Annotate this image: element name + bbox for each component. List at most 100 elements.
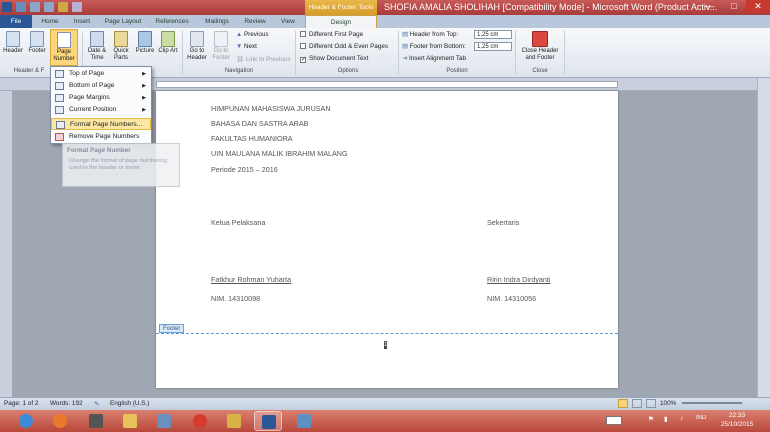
submenu-arrow-icon: ▶ bbox=[142, 95, 146, 101]
contextual-tab-group: Header & Footer Tools bbox=[305, 0, 377, 15]
menu-item-bottom-of-page[interactable]: Bottom of Page ▶ bbox=[51, 80, 151, 92]
quick-print-icon[interactable] bbox=[58, 2, 68, 12]
close-header-footer-button[interactable]: Close Header and Footer bbox=[520, 31, 560, 62]
doc-line: HIMPUNAN MAHASISWA JURUSAN bbox=[211, 104, 331, 113]
page-number-field[interactable]: 1 bbox=[384, 341, 387, 349]
input-language[interactable]: IND bbox=[696, 415, 706, 421]
tab-file[interactable]: File bbox=[0, 15, 32, 28]
tab-review[interactable]: Review bbox=[240, 15, 270, 28]
right-name: Ririn Indra Dirdyanti bbox=[487, 275, 551, 284]
control-panel-icon bbox=[157, 414, 171, 428]
tab-mailings[interactable]: Mailings bbox=[198, 15, 236, 28]
link-icon: ⛓ bbox=[236, 56, 246, 63]
word-app-icon[interactable] bbox=[2, 2, 12, 12]
image-viewer-taskbar-button[interactable] bbox=[290, 411, 318, 431]
calendar-app-icon bbox=[89, 414, 103, 428]
tab-design[interactable]: Design bbox=[305, 15, 377, 28]
next-icon: ▼ bbox=[236, 43, 244, 50]
insert-alignment-tab-button[interactable]: ⇥ Insert Alignment Tab bbox=[402, 55, 466, 62]
save-icon[interactable] bbox=[16, 2, 26, 12]
calendar-taskbar-button[interactable] bbox=[82, 411, 110, 431]
tab-view[interactable]: View bbox=[274, 15, 302, 28]
right-role: Sekertaris bbox=[487, 218, 520, 227]
go-to-header-icon bbox=[190, 31, 204, 47]
doc-line: Periode 2015 – 2016 bbox=[211, 165, 278, 174]
footer-from-bottom-input[interactable]: 1,25 cm bbox=[474, 42, 512, 51]
page-number-button[interactable]: Page Number bbox=[50, 29, 78, 66]
header-button[interactable]: Header bbox=[2, 31, 24, 55]
link-to-previous-button[interactable]: ⛓ Link to Previous bbox=[236, 55, 291, 63]
footer-boundary bbox=[156, 333, 618, 334]
tooltip: Format Page Number Change the format of … bbox=[62, 143, 180, 187]
header-from-top-input[interactable]: 1,25 cm bbox=[474, 30, 512, 39]
print-layout-view-icon[interactable] bbox=[618, 399, 628, 408]
network-icon[interactable]: ▮ bbox=[664, 415, 668, 423]
ribbon-tabs: File Home Insert Page Layout References … bbox=[0, 15, 770, 28]
folder-icon bbox=[123, 414, 137, 428]
volume-icon[interactable]: ♪ bbox=[680, 415, 683, 422]
bottom-of-page-icon bbox=[55, 82, 64, 90]
menu-item-top-of-page[interactable]: Top of Page ▶ bbox=[51, 68, 151, 80]
page-number-icon bbox=[57, 32, 71, 48]
menu-item-format-page-numbers[interactable]: Format Page Numbers... bbox=[51, 118, 151, 130]
media-taskbar-button[interactable] bbox=[186, 411, 214, 431]
close-red-x-icon bbox=[532, 31, 548, 47]
go-to-footer-button[interactable]: Go to Footer bbox=[210, 31, 232, 62]
word-count[interactable]: Words: 192 bbox=[50, 400, 83, 407]
ruler-scale[interactable] bbox=[156, 81, 618, 88]
web-layout-view-icon[interactable] bbox=[646, 399, 656, 408]
internet-explorer-icon bbox=[19, 414, 33, 428]
next-button[interactable]: ▼ Next bbox=[236, 43, 257, 50]
zoom-slider[interactable] bbox=[682, 402, 742, 404]
system-clock[interactable]: 22:33 25/10/2015 bbox=[712, 411, 762, 429]
date-time-button[interactable]: Date & Time bbox=[86, 31, 108, 62]
redo-icon[interactable] bbox=[44, 2, 54, 12]
group-label-position: Position bbox=[446, 68, 468, 74]
keyboard-icon[interactable] bbox=[606, 416, 622, 425]
language-indicator[interactable]: English (U.S.) bbox=[110, 400, 149, 407]
footer-button[interactable]: Footer bbox=[26, 31, 48, 55]
previous-button[interactable]: ▲ Previous bbox=[236, 31, 268, 38]
vertical-scrollbar[interactable] bbox=[757, 78, 770, 397]
proofing-icon[interactable]: ✎ bbox=[94, 400, 99, 408]
menu-item-remove-page-numbers[interactable]: Remove Page Numbers bbox=[51, 131, 151, 143]
undo-icon[interactable] bbox=[30, 2, 40, 12]
minimize-button[interactable]: — bbox=[698, 0, 722, 13]
page-number-menu: Top of Page ▶ Bottom of Page ▶ Page Margin… bbox=[50, 66, 152, 144]
menu-item-current-position[interactable]: Current Position ▶ bbox=[51, 104, 151, 116]
quick-parts-button[interactable]: Quick Parts bbox=[110, 31, 132, 62]
left-role: Ketua Pelaksana bbox=[211, 218, 266, 227]
flag-icon[interactable]: ⚑ bbox=[648, 415, 654, 423]
clip-art-button[interactable]: Clip Art bbox=[158, 31, 178, 55]
group-label-options: Options bbox=[337, 68, 359, 74]
vertical-ruler[interactable] bbox=[0, 91, 12, 397]
go-to-header-button[interactable]: Go to Header bbox=[186, 31, 208, 62]
show-document-text-checkbox[interactable]: ✓ Show Document Text bbox=[300, 55, 368, 63]
left-nim: NIM. 14310098 bbox=[211, 294, 261, 303]
tools-taskbar-button[interactable] bbox=[220, 411, 248, 431]
tab-references[interactable]: References bbox=[150, 15, 194, 28]
picture-button[interactable]: Picture bbox=[134, 31, 156, 55]
tab-insert[interactable]: Insert bbox=[68, 15, 96, 28]
maximize-button[interactable]: □ bbox=[722, 0, 746, 13]
menu-item-page-margins[interactable]: Page Margins ▶ bbox=[51, 92, 151, 104]
word-taskbar-button[interactable] bbox=[254, 411, 282, 431]
close-window-button[interactable]: ✕ bbox=[746, 0, 770, 13]
different-odd-even-checkbox[interactable]: Different Odd & Even Pages bbox=[300, 43, 388, 50]
firefox-taskbar-button[interactable] bbox=[46, 411, 74, 431]
ie-taskbar-button[interactable] bbox=[12, 411, 40, 431]
full-screen-view-icon[interactable] bbox=[632, 399, 642, 408]
different-first-page-checkbox[interactable]: Different First Page bbox=[300, 31, 363, 38]
explorer-taskbar-button[interactable] bbox=[116, 411, 144, 431]
control-panel-taskbar-button[interactable] bbox=[150, 411, 178, 431]
remove-page-numbers-icon bbox=[55, 133, 64, 141]
tab-page-layout[interactable]: Page Layout bbox=[100, 15, 146, 28]
zoom-level[interactable]: 100% bbox=[660, 400, 676, 407]
image-viewer-icon bbox=[297, 414, 311, 428]
customize-qat-icon[interactable] bbox=[72, 2, 82, 12]
tab-home[interactable]: Home bbox=[36, 15, 64, 28]
word-icon bbox=[262, 415, 276, 429]
page-count[interactable]: Page: 1 of 2 bbox=[4, 400, 38, 407]
doc-line: BAHASA DAN SASTRA ARAB bbox=[211, 119, 309, 128]
left-name: Fatkhur Rohman Yuharta bbox=[211, 275, 292, 284]
